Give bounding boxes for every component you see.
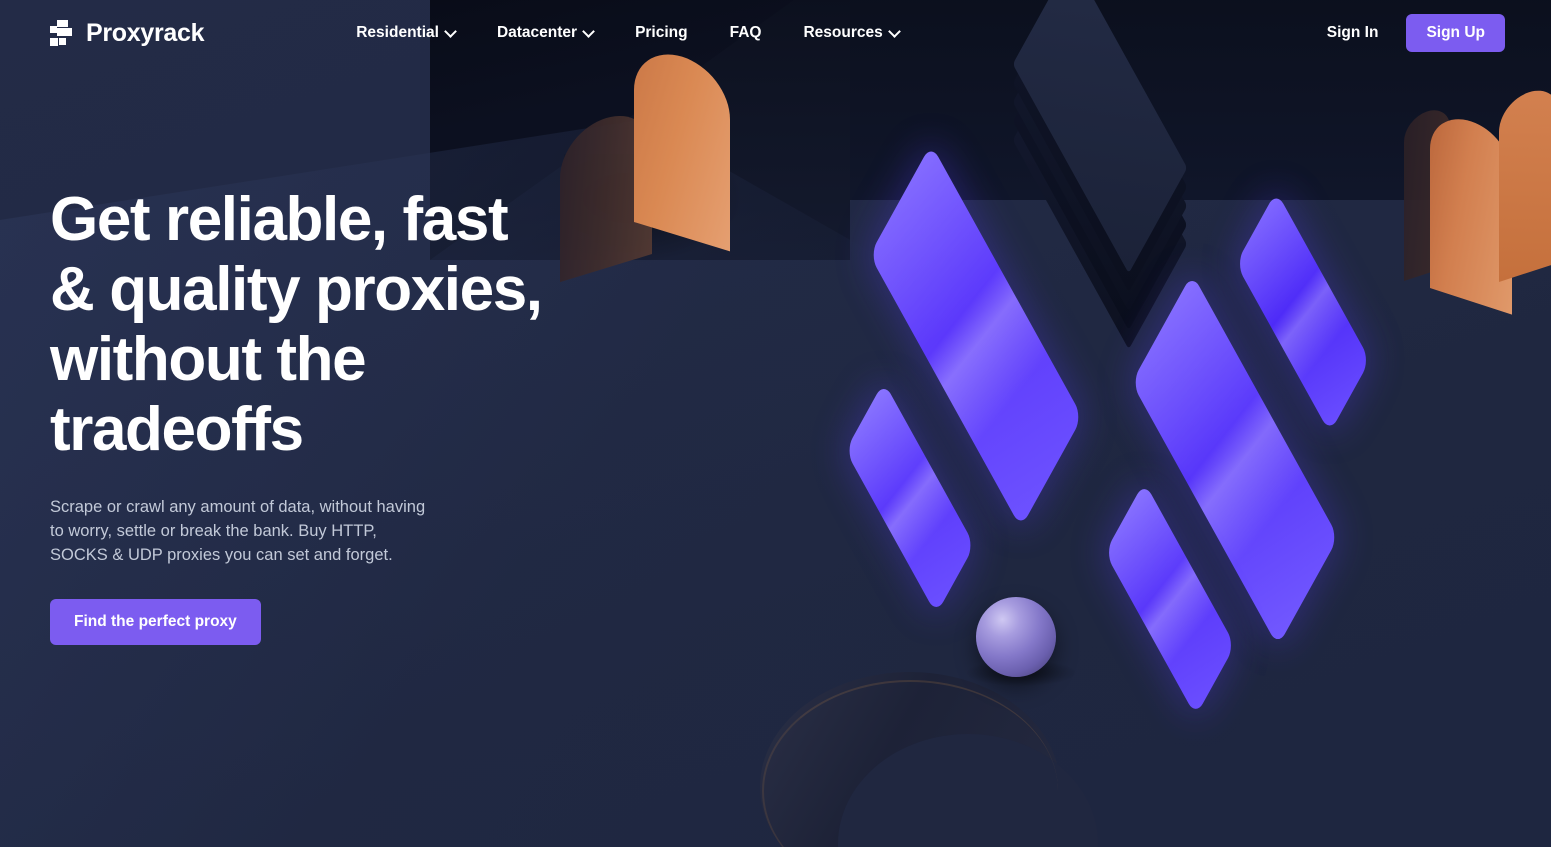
orange-arch-right-icon — [1404, 82, 1551, 315]
nav-item-label: FAQ — [729, 24, 762, 41]
sign-in-link[interactable]: Sign In — [1327, 24, 1379, 42]
nav-item-pricing[interactable]: Pricing — [635, 24, 688, 42]
brand-name: Proxyrack — [86, 18, 205, 47]
nav-item-residential[interactable]: Residential — [356, 24, 455, 42]
chevron-down-icon — [584, 27, 593, 36]
hero-heading: Get reliable, fast & quality proxies, wi… — [50, 185, 543, 464]
nav-item-datacenter[interactable]: Datacenter — [497, 24, 593, 42]
nav-actions: Sign In Sign Up — [1327, 14, 1505, 52]
main-navbar: Proxyrack Residential Datacenter Pricing… — [0, 0, 1551, 66]
sign-up-button[interactable]: Sign Up — [1406, 14, 1505, 52]
proxyrack-blocks-logo-icon — [50, 20, 74, 46]
nav-item-resources[interactable]: Resources — [803, 24, 898, 42]
hero-section: Get reliable, fast & quality proxies, wi… — [50, 185, 650, 645]
chevron-down-icon — [446, 27, 455, 36]
nav-item-label: Datacenter — [496, 24, 578, 41]
hero-paragraph: Scrape or crawl any amount of data, with… — [50, 498, 426, 564]
nav-item-faq[interactable]: FAQ — [730, 24, 762, 42]
nav-links: Residential Datacenter Pricing FAQ Resou… — [356, 24, 899, 42]
nav-item-label: Resources — [803, 24, 883, 41]
brand-logo-link[interactable]: Proxyrack — [50, 18, 205, 48]
nav-item-label: Pricing — [635, 24, 688, 41]
dark-crescent-icon — [760, 672, 1098, 847]
purple-sphere-icon — [976, 597, 1056, 677]
dark-slab-stack-icon — [985, 0, 1245, 350]
arch-right-front-2 — [1499, 82, 1551, 282]
find-the-perfect-proxy-button[interactable]: Find the perfect proxy — [50, 599, 261, 645]
chevron-down-icon — [890, 27, 899, 36]
nav-item-label: Residential — [356, 24, 439, 41]
